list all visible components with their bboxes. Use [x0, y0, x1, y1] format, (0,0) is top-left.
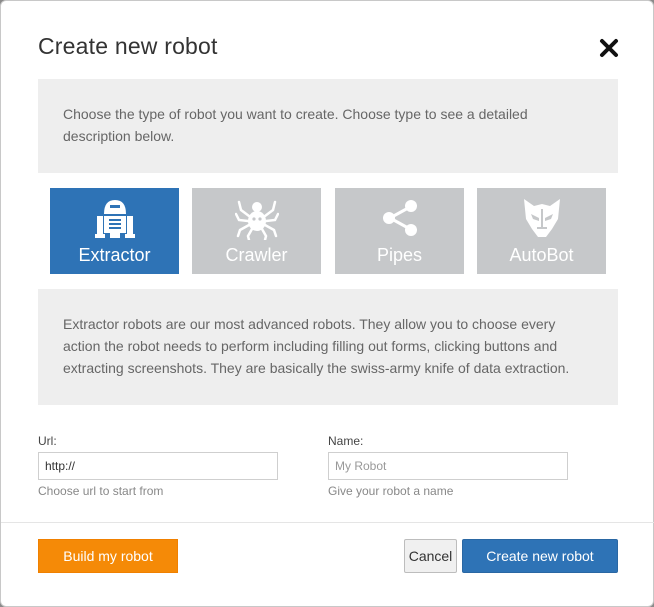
robot-type-label: Pipes — [376, 245, 423, 265]
share-nodes-icon — [335, 195, 464, 241]
intro-panel: Choose the type of robot you want to cre… — [38, 79, 618, 173]
robot-type-extractor[interactable]: Extractor — [50, 188, 179, 274]
cancel-button[interactable]: Cancel — [404, 539, 457, 573]
close-icon[interactable] — [598, 37, 620, 59]
intro-text: Choose the type of robot you want to cre… — [63, 106, 528, 144]
autobot-mask-icon — [477, 195, 606, 241]
build-my-robot-button[interactable]: Build my robot — [38, 539, 178, 573]
robot-description-text: Extractor robots are our most advanced r… — [63, 316, 570, 376]
robot-type-label: AutoBot — [509, 245, 574, 265]
dialog-title: Create new robot — [38, 33, 218, 59]
url-label: Url: — [38, 434, 57, 448]
robot-type-autobot[interactable]: AutoBot — [477, 188, 606, 274]
create-robot-dialog: Create new robot Choose the type of robo… — [0, 0, 654, 607]
url-input[interactable] — [38, 452, 278, 480]
robot-type-selector: Extractor Crawler Pipes AutoBot — [50, 188, 610, 274]
footer-divider — [1, 522, 654, 523]
name-label: Name: — [328, 434, 364, 448]
create-new-robot-button[interactable]: Create new robot — [462, 539, 618, 573]
name-help-text: Give your robot a name — [328, 484, 454, 498]
robot-type-label: Crawler — [225, 245, 288, 265]
spider-icon — [192, 195, 321, 241]
name-input[interactable] — [328, 452, 568, 480]
robot-type-label: Extractor — [78, 245, 151, 265]
url-help-text: Choose url to start from — [38, 484, 164, 498]
robot-type-pipes[interactable]: Pipes — [335, 188, 464, 274]
r2d2-robot-icon — [50, 195, 179, 241]
robot-type-crawler[interactable]: Crawler — [192, 188, 321, 274]
robot-description-panel: Extractor robots are our most advanced r… — [38, 289, 618, 405]
